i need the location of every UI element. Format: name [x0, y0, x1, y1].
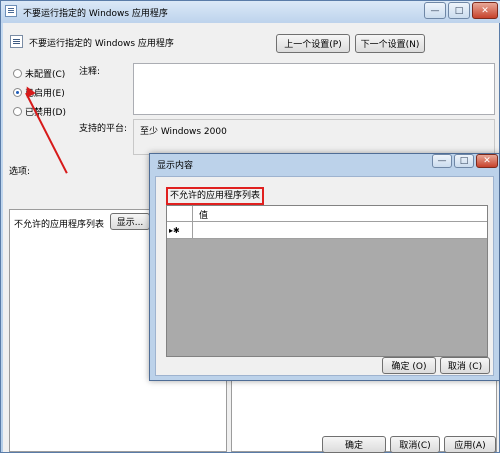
- grid-new-row[interactable]: ▸✱: [167, 222, 487, 239]
- radio-indicator: [13, 107, 22, 116]
- cancel-button[interactable]: 取消(C): [390, 436, 440, 453]
- minimize-button[interactable]: —: [424, 2, 446, 19]
- dialog-list-label: 不允许的应用程序列表: [166, 187, 265, 205]
- policy-title: 不要运行指定的 Windows 应用程序: [29, 39, 174, 49]
- grid-header: 值: [167, 206, 487, 222]
- radio-indicator: [13, 69, 22, 78]
- values-grid: 值 ▸✱: [166, 205, 488, 357]
- platform-value: 至少 Windows 2000: [133, 119, 495, 155]
- radio-indicator: [13, 88, 22, 97]
- dialog-maximize-button[interactable]: □: [454, 154, 474, 168]
- options-heading: 选项:: [9, 167, 31, 177]
- radio-label: 未配置(C): [25, 70, 66, 80]
- previous-setting-button[interactable]: 上一个设置(P): [276, 34, 350, 53]
- grid-corner-cell: [167, 206, 193, 222]
- platform-label: 支持的平台:: [79, 124, 128, 134]
- next-setting-button[interactable]: 下一个设置(N): [355, 34, 425, 53]
- maximize-button[interactable]: □: [448, 2, 470, 19]
- dialog-minimize-button[interactable]: —: [432, 154, 452, 168]
- dialog-body: 不允许的应用程序列表 值 ▸✱ 确定 (O) 取消 (C): [155, 176, 494, 376]
- apply-button[interactable]: 应用(A): [444, 436, 496, 453]
- radio-disabled[interactable]: 已禁用(D): [13, 105, 66, 118]
- radio-enabled[interactable]: 已启用(E): [13, 86, 65, 99]
- comment-textarea[interactable]: [133, 63, 495, 115]
- show-list-button[interactable]: 显示...: [110, 213, 150, 230]
- comment-label: 注释:: [79, 67, 101, 77]
- ok-button[interactable]: 确定: [322, 436, 386, 453]
- radio-not-configured[interactable]: 未配置(C): [13, 67, 65, 80]
- close-button[interactable]: ✕: [472, 2, 498, 19]
- disallowed-apps-label: 不允许的应用程序列表: [14, 220, 105, 230]
- title-bar[interactable]: 不要运行指定的 Windows 应用程序 — □ ✕: [1, 1, 500, 23]
- dialog-cancel-button[interactable]: 取消 (C): [440, 357, 490, 374]
- value-column-header[interactable]: 值: [199, 208, 208, 221]
- dialog-close-button[interactable]: ✕: [476, 154, 498, 168]
- dialog-title: 显示内容: [157, 161, 194, 171]
- policy-setting-icon: [10, 35, 23, 48]
- window-title: 不要运行指定的 Windows 应用程序: [23, 9, 168, 19]
- dialog-ok-button[interactable]: 确定 (O): [382, 357, 436, 374]
- policy-window-icon: [5, 5, 17, 17]
- new-row-marker-icon: ▸✱: [167, 222, 193, 238]
- show-contents-dialog: 显示内容 — □ ✕ 不允许的应用程序列表 值 ▸✱ 确定 (O) 取消 (C): [149, 153, 500, 381]
